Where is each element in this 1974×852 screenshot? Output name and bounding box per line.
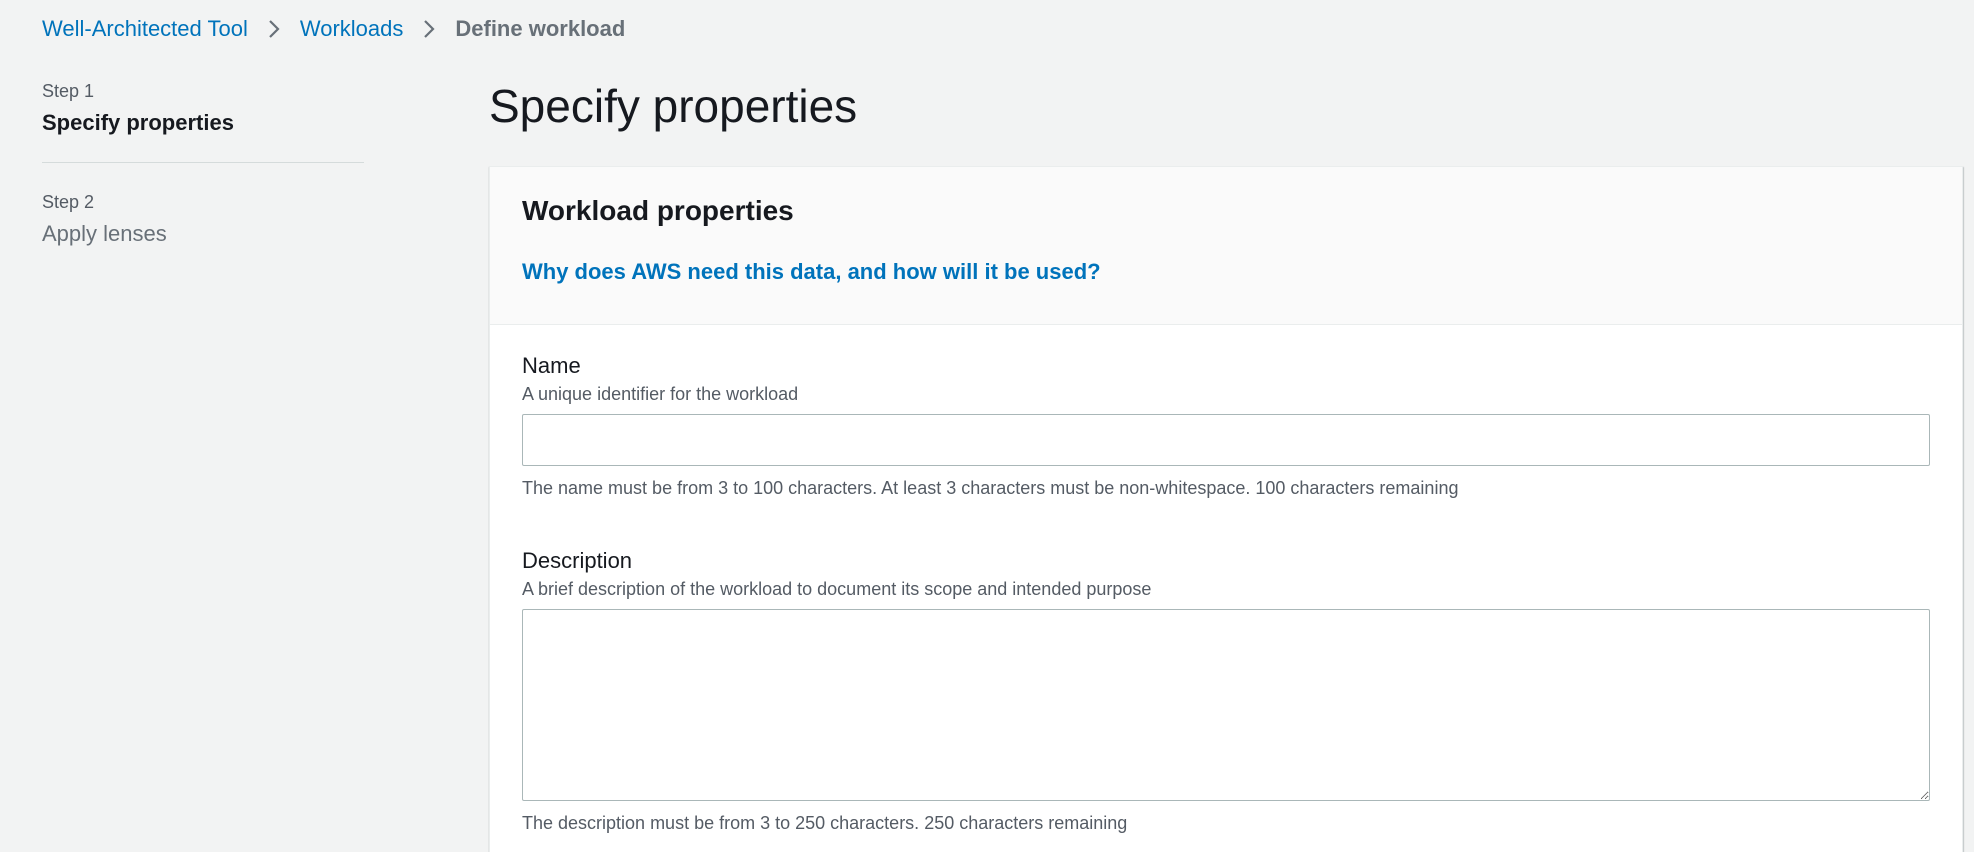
name-form-field: Name A unique identifier for the workloa…	[522, 353, 1930, 500]
page-title: Specify properties	[489, 80, 858, 132]
data-usage-info-link[interactable]: Why does AWS need this data, and how wil…	[522, 259, 1101, 285]
wizard-step-2: Step 2 Apply lenses	[42, 191, 364, 249]
define-workload-page: Well-Architected Tool Workloads Define w…	[0, 0, 1974, 852]
breadcrumb-link-workloads[interactable]: Workloads	[300, 16, 404, 42]
breadcrumb-link-well-architected-tool[interactable]: Well-Architected Tool	[42, 16, 248, 42]
description-field-description: A brief description of the workload to d…	[522, 579, 1152, 599]
workload-properties-panel: Workload properties Why does AWS need th…	[489, 166, 1963, 852]
wizard-step-1: Step 1 Specify properties	[42, 80, 364, 138]
step-number-label: Step 2	[42, 192, 95, 212]
step-number-label: Step 1	[42, 81, 95, 101]
chevron-right-icon	[403, 14, 455, 44]
chevron-right-icon	[248, 14, 300, 44]
panel-title: Workload properties	[522, 195, 794, 226]
description-textarea[interactable]	[522, 609, 1930, 801]
name-constraint-text: The name must be from 3 to 100 character…	[522, 478, 1459, 498]
step-title-apply-lenses: Apply lenses	[42, 221, 167, 246]
name-input[interactable]	[522, 414, 1930, 466]
panel-header: Workload properties Why does AWS need th…	[490, 167, 1962, 325]
name-field-description: A unique identifier for the workload	[522, 384, 799, 404]
breadcrumb: Well-Architected Tool Workloads Define w…	[42, 14, 625, 44]
description-form-field: Description A brief description of the w…	[522, 548, 1930, 835]
panel-body: Name A unique identifier for the workloa…	[490, 325, 1962, 835]
description-field-label: Description	[522, 548, 633, 573]
step-title-specify-properties: Specify properties	[42, 110, 234, 135]
description-constraint-text: The description must be from 3 to 250 ch…	[522, 813, 1128, 833]
step-divider	[42, 162, 364, 163]
name-field-label: Name	[522, 353, 581, 378]
breadcrumb-current-page: Define workload	[455, 16, 626, 41]
wizard-steps-nav: Step 1 Specify properties Step 2 Apply l…	[42, 80, 364, 249]
